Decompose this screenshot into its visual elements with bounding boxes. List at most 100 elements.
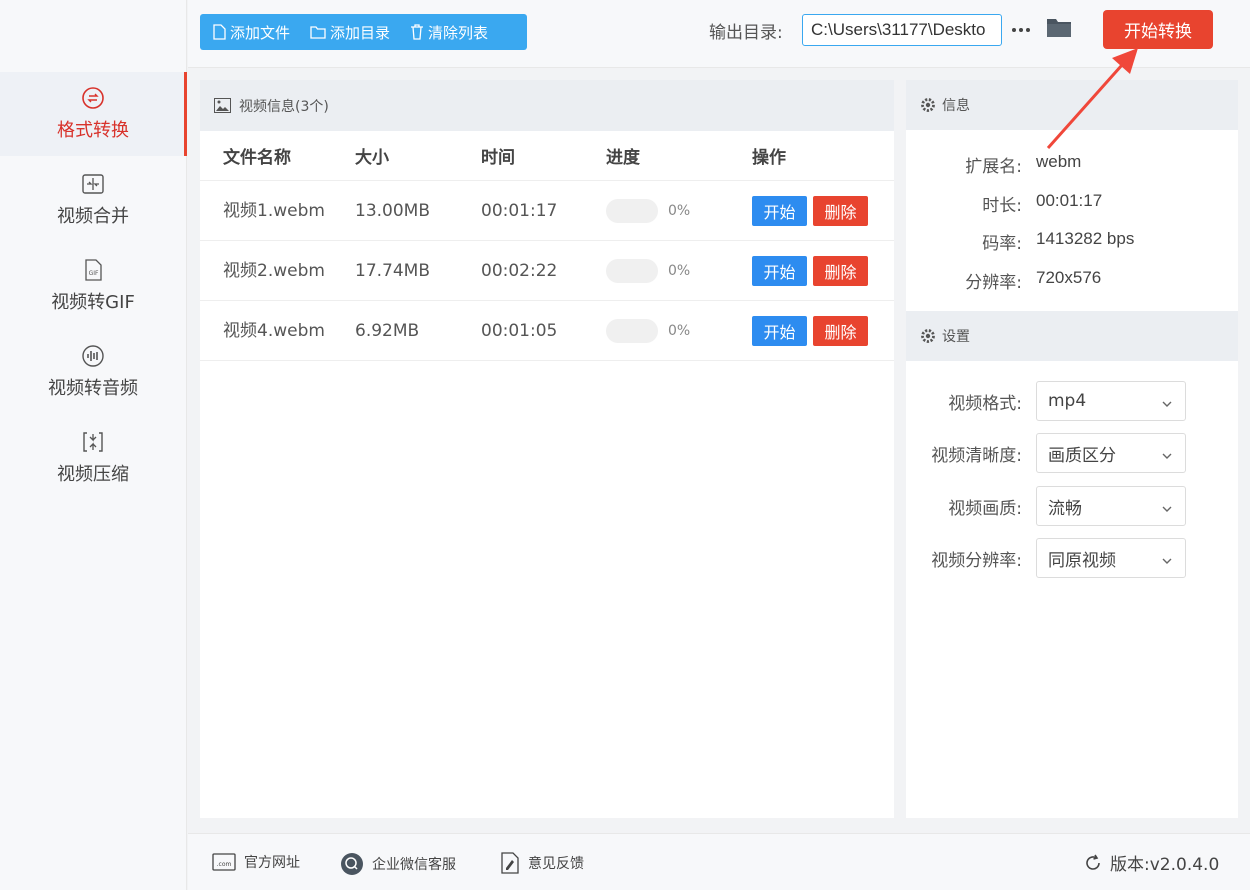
wechat-icon	[340, 852, 364, 876]
bitrate-label: 码率:	[982, 234, 1022, 254]
video-format-value: mp4	[1048, 391, 1087, 411]
add-file-label: 添加文件	[230, 23, 291, 42]
gif-icon: GIF	[81, 258, 105, 282]
info-row-resolution: 分辨率: 720x576	[906, 260, 1238, 299]
official-website-label: 官方网址	[244, 855, 300, 871]
resolution-value: 720x576	[1036, 267, 1102, 287]
sidebar-item-video-to-gif[interactable]: GIF 视频转GIF	[0, 244, 186, 328]
sidebar: 格式转换 视频合并 GIF 视频转GIF 视频转音频 视频压缩	[0, 0, 187, 890]
clear-list-label: 清除列表	[428, 23, 489, 42]
gear-icon	[920, 97, 936, 113]
progress-cell: 0%	[606, 241, 690, 301]
add-file-button[interactable]: 添加文件	[212, 22, 290, 43]
file-duration: 00:02:22	[481, 261, 558, 281]
setting-row-format: 视频格式: mp4	[906, 381, 1238, 421]
trash-icon	[410, 24, 424, 40]
info-header: 信息	[906, 80, 1238, 130]
start-button[interactable]: 开始	[752, 196, 807, 226]
video-resolution-value: 同原视频	[1048, 550, 1116, 571]
add-directory-button[interactable]: 添加目录	[310, 22, 390, 43]
sidebar-item-label: 格式转换	[57, 120, 129, 141]
video-list-panel: 视频信息(3个) 文件名称 大小 时间 进度 操作 视频1.webm 13.00…	[200, 80, 894, 818]
version-info: 版本:v2.0.4.0	[1084, 850, 1219, 875]
video-format-select[interactable]: mp4	[1036, 381, 1186, 421]
delete-button[interactable]: 删除	[813, 316, 868, 346]
delete-button[interactable]: 删除	[813, 256, 868, 286]
svg-text:GIF: GIF	[89, 270, 99, 277]
start-convert-button[interactable]: 开始转换	[1103, 10, 1213, 49]
audio-icon	[81, 344, 105, 368]
version-text: 版本:v2.0.4.0	[1110, 855, 1220, 875]
ops-cell: 开始 删除	[752, 241, 868, 301]
info-list: 扩展名: webm 时长: 00:01:17 码率: 1413282 bps 分…	[906, 130, 1238, 298]
clear-list-button[interactable]: 清除列表	[410, 22, 488, 43]
sidebar-item-format-convert[interactable]: 格式转换	[0, 72, 187, 156]
sidebar-item-video-merge[interactable]: 视频合并	[0, 158, 186, 242]
add-directory-label: 添加目录	[330, 23, 391, 42]
column-header-time: 时间	[481, 148, 515, 168]
progress-text: 0%	[668, 263, 691, 279]
sidebar-item-video-compress[interactable]: 视频压缩	[0, 416, 186, 500]
column-header-progress: 进度	[606, 148, 640, 168]
chevron-down-icon	[1161, 552, 1173, 572]
progress-bar	[606, 259, 658, 283]
video-quality-select[interactable]: 流畅	[1036, 486, 1186, 526]
website-icon: .com	[212, 853, 236, 871]
sidebar-item-label: 视频合并	[57, 206, 129, 227]
video-quality-label: 视频画质:	[948, 499, 1022, 519]
output-directory-label: 输出目录:	[709, 23, 783, 43]
file-size: 13.00MB	[355, 201, 430, 221]
feedback-label: 意见反馈	[528, 856, 584, 872]
feedback-icon	[500, 852, 520, 874]
official-website-link[interactable]: .com 官方网址	[212, 852, 300, 872]
setting-row-resolution: 视频分辨率: 同原视频	[906, 538, 1238, 578]
video-format-label: 视频格式:	[948, 394, 1022, 414]
output-directory-input[interactable]: C:\Users\31177\Deskto	[802, 14, 1002, 46]
settings-title: 设置	[942, 329, 970, 345]
footer-bar: .com 官方网址 企业微信客服 意见反馈 版本:v2.0.4.0	[188, 833, 1250, 890]
ops-cell: 开始 删除	[752, 301, 868, 361]
compress-icon	[81, 430, 105, 454]
more-options-icon[interactable]	[1010, 14, 1032, 46]
resolution-label: 分辨率:	[965, 272, 1022, 293]
file-button-group: 添加文件 添加目录 清除列表	[200, 14, 527, 50]
chevron-down-icon	[1161, 500, 1173, 520]
column-header-size: 大小	[355, 148, 389, 168]
file-name: 视频2.webm	[223, 260, 325, 281]
start-button[interactable]: 开始	[752, 256, 807, 286]
setting-row-clarity: 视频清晰度: 画质区分	[906, 433, 1238, 473]
table-row[interactable]: 视频1.webm 13.00MB 00:01:17 0% 开始 删除	[200, 181, 894, 241]
chevron-down-icon	[1161, 447, 1173, 467]
start-button[interactable]: 开始	[752, 316, 807, 346]
file-duration: 00:01:17	[481, 201, 558, 221]
top-toolbar: 添加文件 添加目录 清除列表 输出目录: C:\Users\31177\Desk…	[188, 0, 1250, 68]
info-settings-panel: 信息 扩展名: webm 时长: 00:01:17 码率: 1413282 bp…	[906, 80, 1238, 818]
video-panel-header: 视频信息(3个)	[200, 80, 894, 131]
merge-icon	[81, 172, 105, 196]
table-header: 文件名称 大小 时间 进度 操作	[200, 131, 894, 181]
video-clarity-select[interactable]: 画质区分	[1036, 433, 1186, 473]
sidebar-item-label: 视频压缩	[57, 464, 129, 485]
folder-outline-icon	[310, 25, 326, 39]
video-resolution-select[interactable]: 同原视频	[1036, 538, 1186, 578]
image-icon	[214, 98, 231, 113]
setting-row-quality: 视频画质: 流畅	[906, 486, 1238, 526]
open-folder-icon[interactable]	[1046, 16, 1072, 42]
info-row-extension: 扩展名: webm	[906, 144, 1238, 183]
output-directory-value: C:\Users\31177\Deskto	[811, 20, 986, 39]
file-icon	[212, 24, 226, 40]
gear-icon	[920, 328, 936, 344]
sidebar-item-video-to-audio[interactable]: 视频转音频	[0, 330, 186, 414]
feedback-link[interactable]: 意见反馈	[500, 852, 584, 874]
sidebar-item-label: 视频转音频	[48, 378, 138, 399]
bitrate-value: 1413282 bps	[1036, 229, 1135, 248]
table-row[interactable]: 视频4.webm 6.92MB 00:01:05 0% 开始 删除	[200, 301, 894, 361]
wechat-service-link[interactable]: 企业微信客服	[340, 852, 456, 876]
table-row[interactable]: 视频2.webm 17.74MB 00:02:22 0% 开始 删除	[200, 241, 894, 301]
wechat-service-label: 企业微信客服	[372, 857, 456, 873]
column-header-name: 文件名称	[223, 148, 291, 168]
delete-button[interactable]: 删除	[813, 196, 868, 226]
svg-text:.com: .com	[217, 861, 232, 868]
progress-bar	[606, 319, 658, 343]
file-duration: 00:01:05	[481, 321, 558, 341]
